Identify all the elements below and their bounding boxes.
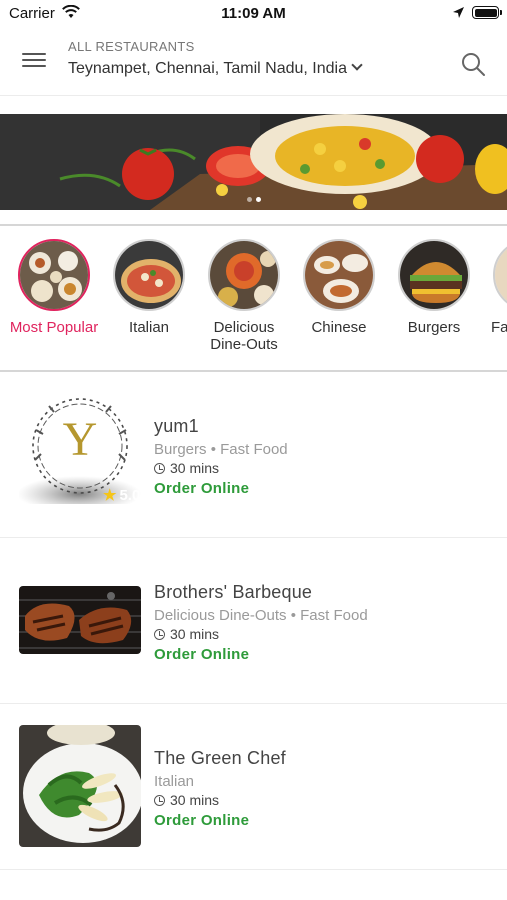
- category-image: [398, 239, 470, 311]
- delivery-time: 30 mins: [154, 460, 288, 476]
- star-icon: ★: [103, 487, 117, 504]
- category-label: Delicious Dine-Outs: [210, 319, 278, 353]
- restaurant-card[interactable]: The Green Chef Italian 30 mins Order Onl…: [0, 704, 507, 870]
- hamburger-menu-icon[interactable]: [22, 53, 46, 71]
- status-bar: Carrier 11:09 AM: [0, 0, 507, 28]
- location-selector[interactable]: Teynampet, Chennai, Tamil Nadu, India: [68, 59, 363, 78]
- location-arrow-icon: [453, 7, 464, 18]
- category-label: Fa: [491, 319, 507, 336]
- category-carousel[interactable]: Most Popular Italian Delicious Dine-Outs…: [0, 227, 507, 370]
- category-image: [18, 239, 90, 311]
- category-delicious-dine-outs[interactable]: Delicious Dine-Outs: [196, 239, 292, 353]
- restaurant-cuisine: Delicious Dine-Outs • Fast Food: [154, 607, 368, 624]
- restaurant-info: Brothers' Barbeque Delicious Dine-Outs •…: [154, 582, 368, 663]
- category-label: Most Popular: [9, 319, 99, 336]
- clock-icon: [154, 795, 165, 806]
- restaurant-info: The Green Chef Italian 30 mins Order Onl…: [154, 748, 286, 829]
- logo-letter: Y: [62, 413, 98, 466]
- app-header: ALL RESTAURANTS Teynampet, Chennai, Tami…: [0, 28, 507, 96]
- delivery-time: 30 mins: [154, 626, 368, 642]
- restaurant-name: yum1: [154, 416, 199, 436]
- delivery-time-label: 30 mins: [170, 626, 220, 642]
- chevron-down-icon: [351, 59, 363, 71]
- category-chinese[interactable]: Chinese: [291, 239, 387, 336]
- category-image: [208, 239, 280, 311]
- banner-dot-active[interactable]: [255, 197, 261, 202]
- search-icon[interactable]: [460, 51, 486, 77]
- category-image: [303, 239, 375, 311]
- delivery-time-label: 30 mins: [170, 460, 220, 476]
- battery-icon: [472, 6, 502, 19]
- restaurant-logo: Y ★ 5.0: [17, 394, 141, 512]
- order-online-link[interactable]: Order Online: [154, 812, 286, 829]
- restaurant-cuisine: Burgers • Fast Food: [154, 441, 288, 458]
- rating-value: 5.0: [119, 487, 141, 504]
- banner-dot[interactable]: [246, 197, 252, 202]
- category-image: [493, 239, 507, 311]
- banner-pagination[interactable]: [0, 189, 507, 207]
- header-subtitle: ALL RESTAURANTS: [68, 39, 195, 54]
- clock-icon: [154, 629, 165, 640]
- category-burgers[interactable]: Burgers: [386, 239, 482, 336]
- category-most-popular[interactable]: Most Popular: [6, 239, 102, 336]
- status-time: 11:09 AM: [221, 5, 286, 22]
- category-label: Burgers: [407, 319, 461, 336]
- restaurant-name: Brothers' Barbeque: [154, 582, 313, 602]
- delivery-time-label: 30 mins: [170, 792, 220, 808]
- divider: [0, 224, 507, 226]
- category-fast-food[interactable]: Fa: [481, 239, 507, 336]
- rating-badge: ★ 5.0: [103, 486, 140, 504]
- location-label: Teynampet, Chennai, Tamil Nadu, India: [68, 60, 347, 77]
- restaurant-card[interactable]: Y ★ 5.0 yum1 Burgers • Fast Food 30 mins …: [0, 372, 507, 538]
- restaurant-name: The Green Chef: [154, 748, 286, 768]
- clock-icon: [154, 463, 165, 474]
- category-label: Italian: [128, 319, 170, 336]
- category-italian[interactable]: Italian: [101, 239, 197, 336]
- restaurant-cuisine: Italian: [154, 773, 195, 790]
- order-online-link[interactable]: Order Online: [154, 480, 288, 497]
- delivery-time: 30 mins: [154, 792, 286, 808]
- restaurant-image: [19, 586, 141, 654]
- restaurant-image: [19, 725, 141, 847]
- category-image: [113, 239, 185, 311]
- order-online-link[interactable]: Order Online: [154, 646, 368, 663]
- restaurant-card[interactable]: Brothers' Barbeque Delicious Dine-Outs •…: [0, 538, 507, 704]
- restaurant-info: yum1 Burgers • Fast Food 30 mins Order O…: [154, 416, 288, 497]
- promo-banner[interactable]: [0, 114, 507, 210]
- category-label: Chinese: [311, 319, 367, 336]
